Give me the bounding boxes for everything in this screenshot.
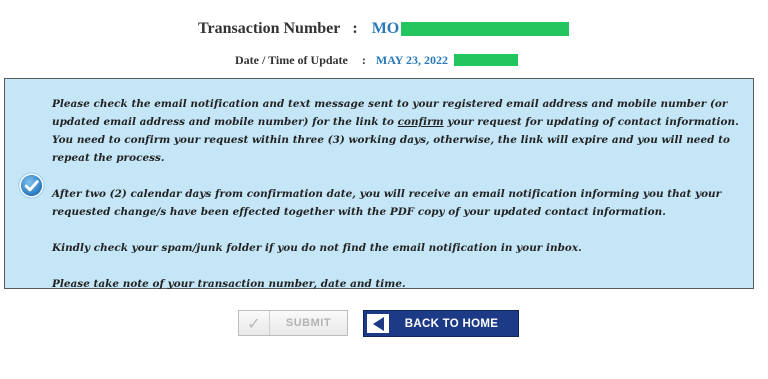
- info-paragraph-1: Please check the email notification and …: [52, 95, 742, 167]
- transaction-number-label: Transaction Number: [198, 20, 341, 37]
- confirm-word: confirm: [397, 116, 444, 128]
- date-time-row: Date / Time of Update : MAY 23, 2022: [235, 50, 519, 70]
- submit-button[interactable]: ✓ SUBMIT: [238, 310, 348, 336]
- check-icon: ✓: [239, 311, 270, 335]
- back-to-home-button[interactable]: BACK TO HOME: [363, 310, 519, 337]
- info-paragraph-4: Please take note of your transaction num…: [52, 278, 406, 290]
- info-paragraph-2: After two (2) calendar days from confirm…: [52, 188, 722, 218]
- transaction-number-row: Transaction Number : MO: [198, 18, 570, 40]
- info-paragraph-3: Kindly check your spam/junk folder if yo…: [52, 242, 582, 254]
- date-time-label: Date / Time of Update: [235, 52, 348, 67]
- transaction-number-value: MO: [371, 20, 400, 37]
- date-time-value: MAY 23, 2022: [375, 52, 449, 67]
- transaction-number-colon: :: [352, 20, 358, 37]
- transaction-number-redaction: [401, 22, 570, 36]
- date-time-colon: :: [361, 52, 366, 67]
- arrow-left-icon: [367, 314, 389, 333]
- info-text: Please check the email notification and …: [52, 95, 742, 293]
- back-to-home-label: BACK TO HOME: [404, 317, 499, 330]
- info-notice-box: Please check the email notification and …: [4, 78, 754, 290]
- submit-button-label: SUBMIT: [285, 317, 332, 329]
- date-time-redaction: [454, 54, 519, 66]
- check-circle-icon: [18, 172, 45, 199]
